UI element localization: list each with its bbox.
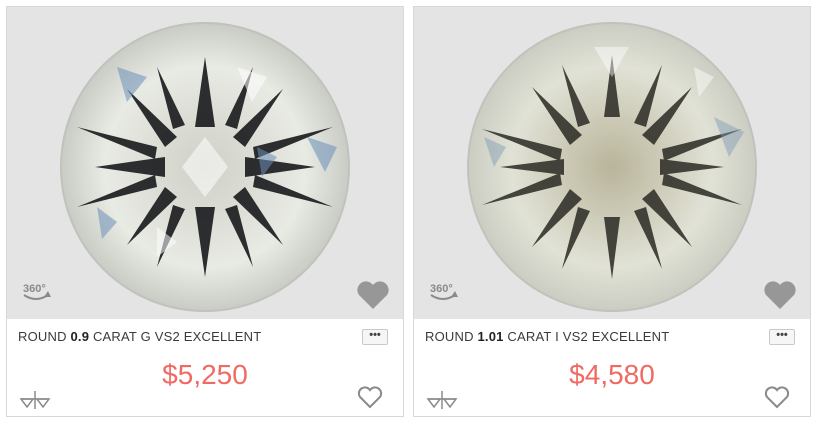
heart-icon[interactable]	[357, 385, 383, 409]
more-button[interactable]: •••	[362, 329, 388, 345]
svg-text:360°: 360°	[430, 283, 453, 295]
compare-icon[interactable]	[17, 389, 53, 411]
listing-title[interactable]: ROUND 1.01 CARAT I VS2 EXCELLENT	[425, 329, 669, 344]
diamond-card[interactable]: 360° ROUND 0.9 CARAT G VS2 EXCELLENT •••…	[6, 6, 404, 417]
shape-label: ROUND	[18, 329, 67, 344]
cut-grade: EXCELLENT	[591, 329, 670, 344]
listing-info: ROUND 1.01 CARAT I VS2 EXCELLENT ••• $4,…	[414, 319, 810, 416]
heart-overlay-icon[interactable]	[355, 277, 391, 311]
color-grade: G	[140, 329, 151, 344]
shape-label: ROUND	[425, 329, 474, 344]
carat-label: CARAT	[92, 329, 137, 344]
360-icon[interactable]: 360°	[19, 271, 53, 305]
carat-label: CARAT	[507, 329, 552, 344]
listing-info: ROUND 0.9 CARAT G VS2 EXCELLENT ••• $5,2…	[7, 319, 403, 416]
360-icon[interactable]: 360°	[426, 271, 460, 305]
listing-title[interactable]: ROUND 0.9 CARAT G VS2 EXCELLENT	[18, 329, 261, 344]
diamond-photo[interactable]: 360°	[414, 7, 810, 319]
cut-grade: EXCELLENT	[183, 329, 262, 344]
diamond-image	[467, 22, 757, 312]
diamond-photo[interactable]: 360°	[7, 7, 403, 319]
clarity-grade: VS2	[154, 329, 180, 344]
compare-icon[interactable]	[424, 389, 460, 411]
heart-overlay-icon[interactable]	[762, 277, 798, 311]
carat-value: 1.01	[477, 329, 504, 344]
clarity-grade: VS2	[562, 329, 588, 344]
price: $5,250	[162, 359, 248, 390]
price: $4,580	[569, 359, 655, 390]
heart-icon[interactable]	[764, 385, 790, 409]
more-button[interactable]: •••	[769, 329, 795, 345]
diamond-card[interactable]: 360° ROUND 1.01 CARAT I VS2 EXCELLENT ••…	[413, 6, 811, 417]
diamond-image	[60, 22, 350, 312]
carat-value: 0.9	[70, 329, 90, 344]
svg-text:360°: 360°	[23, 283, 46, 295]
color-grade: I	[555, 329, 559, 344]
